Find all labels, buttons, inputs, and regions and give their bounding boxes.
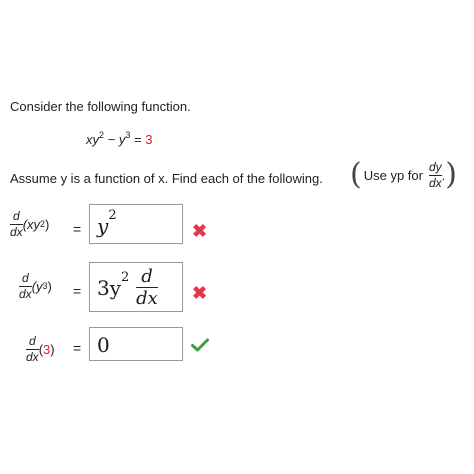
problem-intro: Consider the following function. xyxy=(10,99,191,114)
row-2-answer-fraction: d dx xyxy=(136,266,158,309)
row-2-answer-text: 3y2 xyxy=(97,270,130,300)
row-1-equals: = xyxy=(73,221,82,237)
row-3-answer-text: 0 xyxy=(97,333,110,357)
problem-equation: xy2 − y3 = 3 xyxy=(86,129,153,147)
row-3-expr-close: ) xyxy=(50,342,55,357)
row-3-d: d xyxy=(29,334,36,348)
row-2-equals: = xyxy=(73,283,82,299)
row-3-derivative: d dx xyxy=(26,335,39,364)
row-3-dx: dx xyxy=(26,350,39,364)
assume-text: Assume y is a function of x. Find each o… xyxy=(10,171,323,186)
row-1-expr: (xy xyxy=(22,217,41,232)
eq-equals: = xyxy=(130,132,146,147)
use-yp-text: Use yp for xyxy=(363,167,423,183)
row-3-equals: = xyxy=(73,340,82,356)
row-3-answer-input[interactable]: 0 xyxy=(89,327,183,361)
check-mark-icon xyxy=(191,338,209,357)
row-2-answer-input[interactable]: 3y2 d dx xyxy=(89,262,183,312)
row-1-d: d xyxy=(13,209,20,223)
eq-lhs: xy xyxy=(86,132,99,147)
row-3-expr-value: 3 xyxy=(43,342,51,357)
row-1-answer-input[interactable]: y2 xyxy=(89,204,183,244)
right-paren: ) xyxy=(445,157,457,192)
row-2-expr-close: ) xyxy=(47,279,52,294)
frac-denominator: dx xyxy=(428,175,442,190)
row-1-dx: dx xyxy=(10,225,23,239)
dy-dx-fraction: dy dx xyxy=(428,159,442,190)
row-2-dx: dx xyxy=(19,287,32,301)
eq-minus-term: − y xyxy=(104,132,126,147)
eq-rhs: 3 xyxy=(145,132,153,147)
x-mark-icon: ✖ xyxy=(192,283,208,303)
eq-exp1: 2 xyxy=(99,129,105,140)
x-mark-icon: ✖ xyxy=(192,221,208,241)
frac-numerator: dy xyxy=(428,159,442,174)
hint-group: ( Use yp for dy dx . ) xyxy=(350,160,457,190)
row-2-expr: (y xyxy=(31,279,43,294)
row-3-expression: d dx (3) xyxy=(26,335,55,364)
row-1-expression: d dx (xy 2) xyxy=(10,209,50,239)
row-1-answer-text: y2 xyxy=(97,208,117,238)
eq-exp2: 3 xyxy=(125,129,131,140)
row-1-derivative: d dx xyxy=(10,210,23,239)
row-2-expression: d dx (y 3) xyxy=(19,271,52,301)
row-2-derivative: d dx xyxy=(19,272,32,301)
row-1-expr-close: ) xyxy=(45,217,50,232)
row-2-d: d xyxy=(22,271,29,285)
left-paren: ( xyxy=(350,157,362,192)
